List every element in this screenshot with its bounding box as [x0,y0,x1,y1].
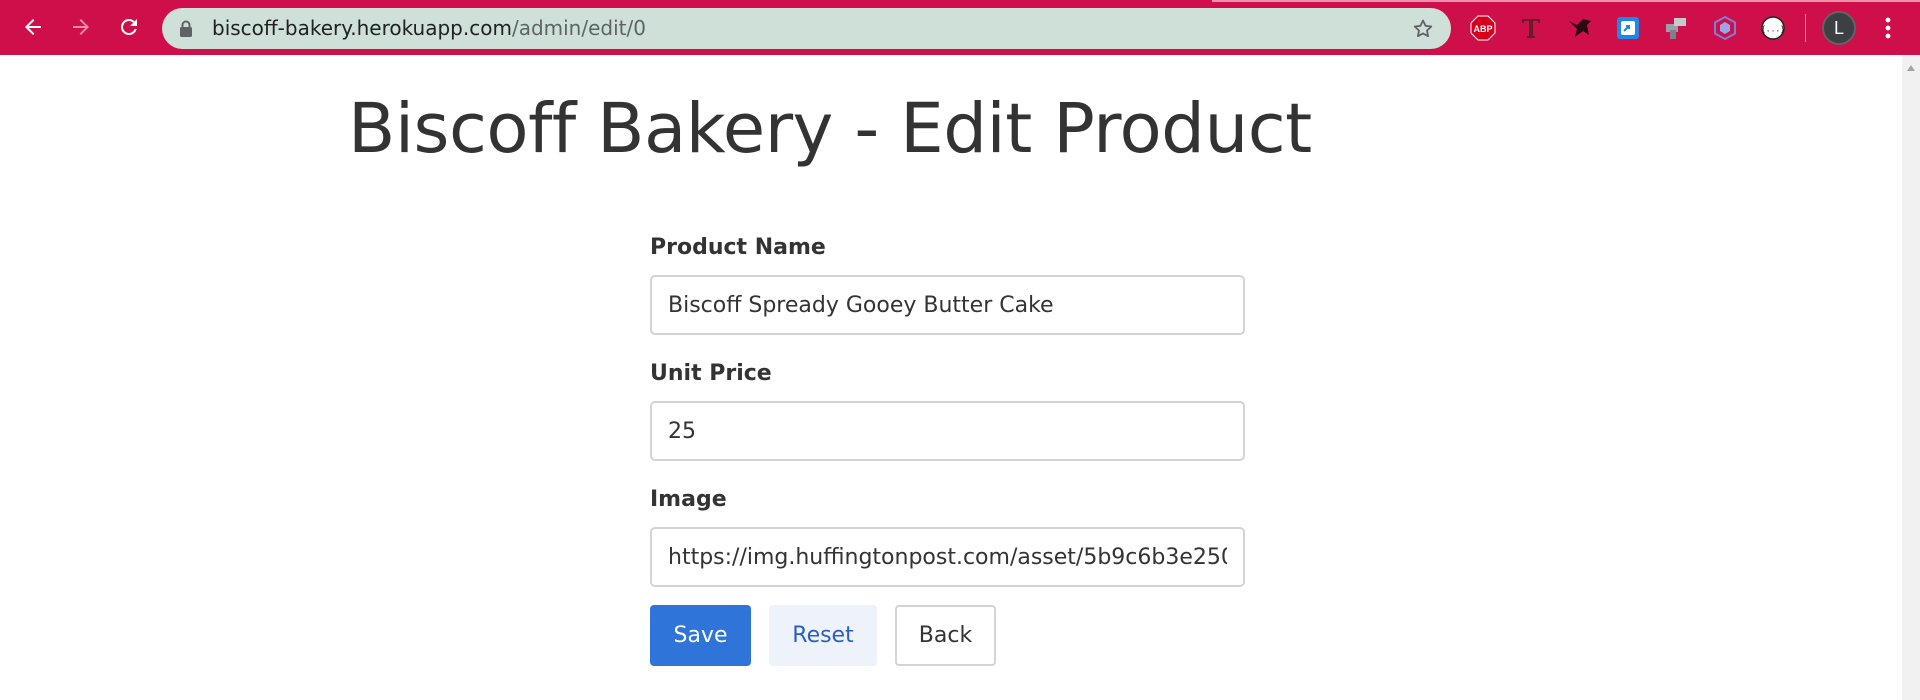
url-text[interactable]: biscoff-bakery.herokuapp.com/admin/edit/… [212,8,646,49]
bookmark-star-icon[interactable] [1411,17,1435,41]
product-name-label: Product Name [650,235,826,260]
unit-price-input[interactable] [650,401,1245,461]
arrow-left-icon [25,19,41,35]
url-path: /admin/edit/0 [511,16,646,40]
form-actions: Save Reset Back [650,605,1245,666]
back-button[interactable] [16,10,50,44]
reload-button[interactable] [112,10,146,44]
image-label: Image [650,487,727,512]
tile-extension[interactable] [1662,14,1690,42]
address-bar[interactable]: biscoff-bakery.herokuapp.com/admin/edit/… [162,8,1451,49]
forward-button[interactable] [64,10,98,44]
adblock-plus-extension[interactable]: ABP [1469,14,1497,42]
bird-icon [1569,19,1591,37]
puzzle-tile-icon [1666,18,1686,39]
save-button[interactable]: Save [650,605,751,666]
edit-product-form: Product Name Unit Price Image Save Reset… [650,233,1245,666]
product-name-input[interactable] [650,275,1245,335]
url-host: biscoff-bakery.herokuapp.com [212,16,512,40]
json-label: {...} [1761,25,1785,34]
arrow-right-icon [73,19,89,35]
share-extension[interactable] [1614,14,1642,42]
back-link-button[interactable]: Back [895,605,996,666]
unit-price-label: Unit Price [650,361,772,386]
json-extension[interactable]: {...} [1759,14,1787,42]
page-scrollbar[interactable] [1902,55,1920,700]
bird-extension[interactable] [1566,14,1594,42]
json-braces-icon: {...} [1761,16,1785,40]
profile-avatar[interactable]: L [1822,11,1856,45]
hexagon-extension[interactable] [1711,14,1739,42]
hexagon-icon [1714,15,1736,41]
more-menu-icon[interactable] [1876,12,1900,44]
reset-button[interactable]: Reset [769,605,877,666]
blue-share-icon [1617,17,1639,39]
scroll-up-arrow-icon[interactable] [1907,65,1915,71]
tab-strip-edge [1212,0,1920,2]
toolbar-separator [1805,14,1806,42]
text-t-icon [1522,19,1540,38]
adblock-plus-icon: ABP [1470,15,1496,41]
text-extension[interactable] [1517,14,1545,42]
lock-icon [180,20,192,37]
page-title: Biscoff Bakery - Edit Product [348,89,1312,169]
browser-toolbar: biscoff-bakery.herokuapp.com/admin/edit/… [0,0,1920,55]
reload-icon [120,18,137,35]
adblock-label: ABP [1473,24,1492,34]
image-url-input[interactable] [650,527,1245,587]
